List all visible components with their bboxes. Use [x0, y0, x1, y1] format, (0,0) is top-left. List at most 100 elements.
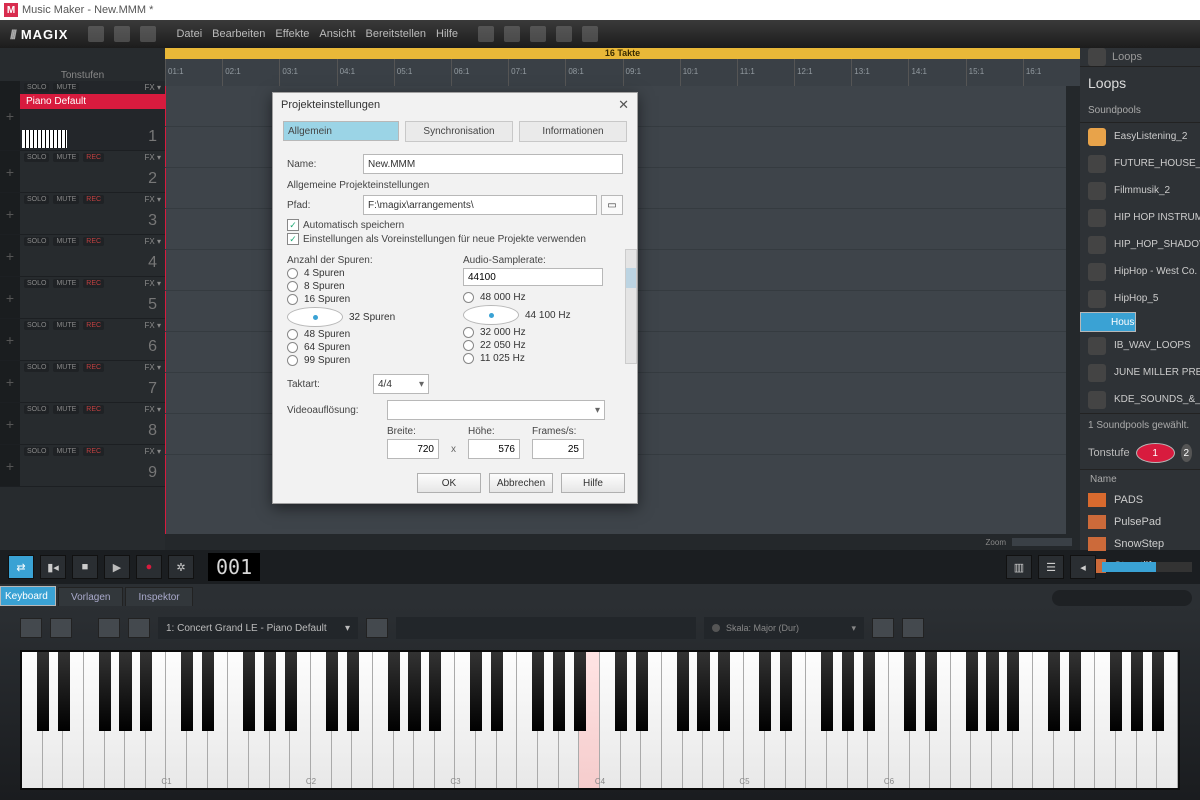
name-input[interactable] [363, 154, 623, 174]
track-row-5[interactable]: + SOLO MUTE REC FX ▾ 5 [0, 277, 165, 319]
path-input[interactable] [363, 195, 597, 215]
preset-prev-button[interactable] [98, 618, 120, 638]
track-solo-button[interactable]: SOLO [24, 363, 49, 372]
track-name[interactable]: Piano Default [20, 94, 165, 109]
track-add-icon[interactable]: + [0, 151, 20, 192]
white-key[interactable] [579, 652, 600, 788]
timeline-ruler[interactable]: 16 Takte 01:102:103:104:105:106:107:108:… [165, 48, 1080, 86]
white-key[interactable] [517, 652, 538, 788]
track-mute-button[interactable]: MUTE [53, 405, 79, 414]
shuffle-button[interactable]: ⇄ [8, 555, 34, 579]
play-button[interactable]: ▶ [104, 555, 130, 579]
track-add-icon[interactable]: + [0, 235, 20, 276]
white-key[interactable] [187, 652, 208, 788]
ruler-tick[interactable]: 14:1 [908, 59, 965, 86]
track-solo-button[interactable]: SOLO [24, 237, 49, 246]
track-fx-button[interactable]: FX ▾ [145, 279, 161, 288]
scale-selector[interactable]: Skala: Major (Dur)▾ [704, 617, 864, 639]
kbd-option-1[interactable] [872, 618, 894, 638]
track-add-icon[interactable]: + [0, 277, 20, 318]
settings-icon[interactable] [478, 26, 494, 42]
white-key[interactable] [683, 652, 704, 788]
track-mute-button[interactable]: MUTE [53, 83, 79, 92]
video-res-select[interactable]: ▾ [387, 400, 605, 420]
autosave-checkbox[interactable]: ✓ [287, 219, 299, 231]
breite-input[interactable] [387, 439, 439, 459]
track-mute-button[interactable]: MUTE [53, 321, 79, 330]
samplerate-radio[interactable] [463, 340, 474, 351]
samplerate-radio[interactable] [463, 327, 474, 338]
white-key[interactable] [394, 652, 415, 788]
white-key[interactable] [414, 652, 435, 788]
loop-region[interactable]: 16 Takte [165, 48, 1080, 59]
new-file-icon[interactable] [88, 26, 104, 42]
track-add-icon[interactable]: + [0, 81, 20, 150]
white-key[interactable] [166, 652, 187, 788]
tracks-radio[interactable] [287, 355, 298, 366]
tracks-radio[interactable] [287, 281, 298, 292]
dialog-tab-sync[interactable]: Synchronisation [405, 121, 513, 142]
track-rec-button[interactable]: REC [83, 279, 104, 288]
range-display[interactable] [396, 617, 696, 639]
grid-button[interactable]: ▥ [1006, 555, 1032, 579]
samplerate-radio[interactable] [463, 292, 474, 303]
undo-icon[interactable] [504, 26, 520, 42]
white-key[interactable] [641, 652, 662, 788]
ruler-tick[interactable]: 11:1 [737, 59, 794, 86]
ruler-tick[interactable]: 03:1 [279, 59, 336, 86]
track-row-1[interactable]: + SOLO MUTE FX ▾ Piano Default 1 [0, 81, 165, 151]
white-key[interactable] [105, 652, 126, 788]
white-key[interactable] [1013, 652, 1034, 788]
track-rec-button[interactable]: REC [83, 405, 104, 414]
record-button[interactable]: ● [136, 555, 162, 579]
track-rec-button[interactable]: REC [83, 447, 104, 456]
pads-category[interactable]: PADS [1080, 489, 1200, 511]
white-key[interactable] [910, 652, 931, 788]
samplerate-scrollbar[interactable] [625, 249, 637, 364]
track-mute-button[interactable]: MUTE [53, 363, 79, 372]
dialog-tab-info[interactable]: Informationen [519, 121, 627, 142]
white-key[interactable] [1033, 652, 1054, 788]
white-key[interactable] [744, 652, 765, 788]
volume-slider[interactable] [1102, 562, 1192, 572]
white-key[interactable] [352, 652, 373, 788]
track-fx-button[interactable]: FX ▾ [145, 237, 161, 246]
white-key[interactable] [662, 652, 683, 788]
white-key[interactable] [951, 652, 972, 788]
ruler-tick[interactable]: 04:1 [337, 59, 394, 86]
white-key[interactable] [1054, 652, 1075, 788]
hoehe-input[interactable] [468, 439, 520, 459]
white-key[interactable] [765, 652, 786, 788]
white-key[interactable] [703, 652, 724, 788]
track-mute-button[interactable]: MUTE [53, 447, 79, 456]
kbd-prev-button[interactable] [20, 618, 42, 638]
preset-next-button[interactable] [128, 618, 150, 638]
track-row-6[interactable]: + SOLO MUTE REC FX ▾ 6 [0, 319, 165, 361]
browse-button[interactable]: ▭ [601, 195, 623, 215]
tonstufe-2[interactable]: 2 [1181, 444, 1192, 462]
list-button[interactable]: ☰ [1038, 555, 1064, 579]
cancel-button[interactable]: Abbrechen [489, 473, 553, 493]
search-input[interactable] [1052, 590, 1192, 606]
track-solo-button[interactable]: SOLO [24, 447, 49, 456]
ruler-tick[interactable]: 16:1 [1023, 59, 1080, 86]
track-solo-button[interactable]: SOLO [24, 153, 49, 162]
white-key[interactable] [270, 652, 291, 788]
white-key[interactable] [455, 652, 476, 788]
track-row-8[interactable]: + SOLO MUTE REC FX ▾ 8 [0, 403, 165, 445]
menu-effekte[interactable]: Effekte [275, 28, 309, 40]
track-rec-button[interactable]: REC [83, 237, 104, 246]
track-solo-button[interactable]: SOLO [24, 83, 49, 92]
save-file-icon[interactable] [140, 26, 156, 42]
white-key[interactable] [538, 652, 559, 788]
track-add-icon[interactable]: + [0, 403, 20, 444]
menu-ansicht[interactable]: Ansicht [319, 28, 355, 40]
soundpool-item[interactable]: IB_WAV_LOOPS [1080, 332, 1200, 359]
samplerate-input[interactable] [463, 268, 603, 286]
soundpool-item[interactable]: Filmmusik_2 [1080, 177, 1200, 204]
white-key[interactable] [786, 652, 807, 788]
white-key[interactable] [125, 652, 146, 788]
dialog-close-button[interactable]: ✕ [618, 97, 629, 113]
track-add-icon[interactable]: + [0, 445, 20, 486]
kbd-next-button[interactable] [50, 618, 72, 638]
